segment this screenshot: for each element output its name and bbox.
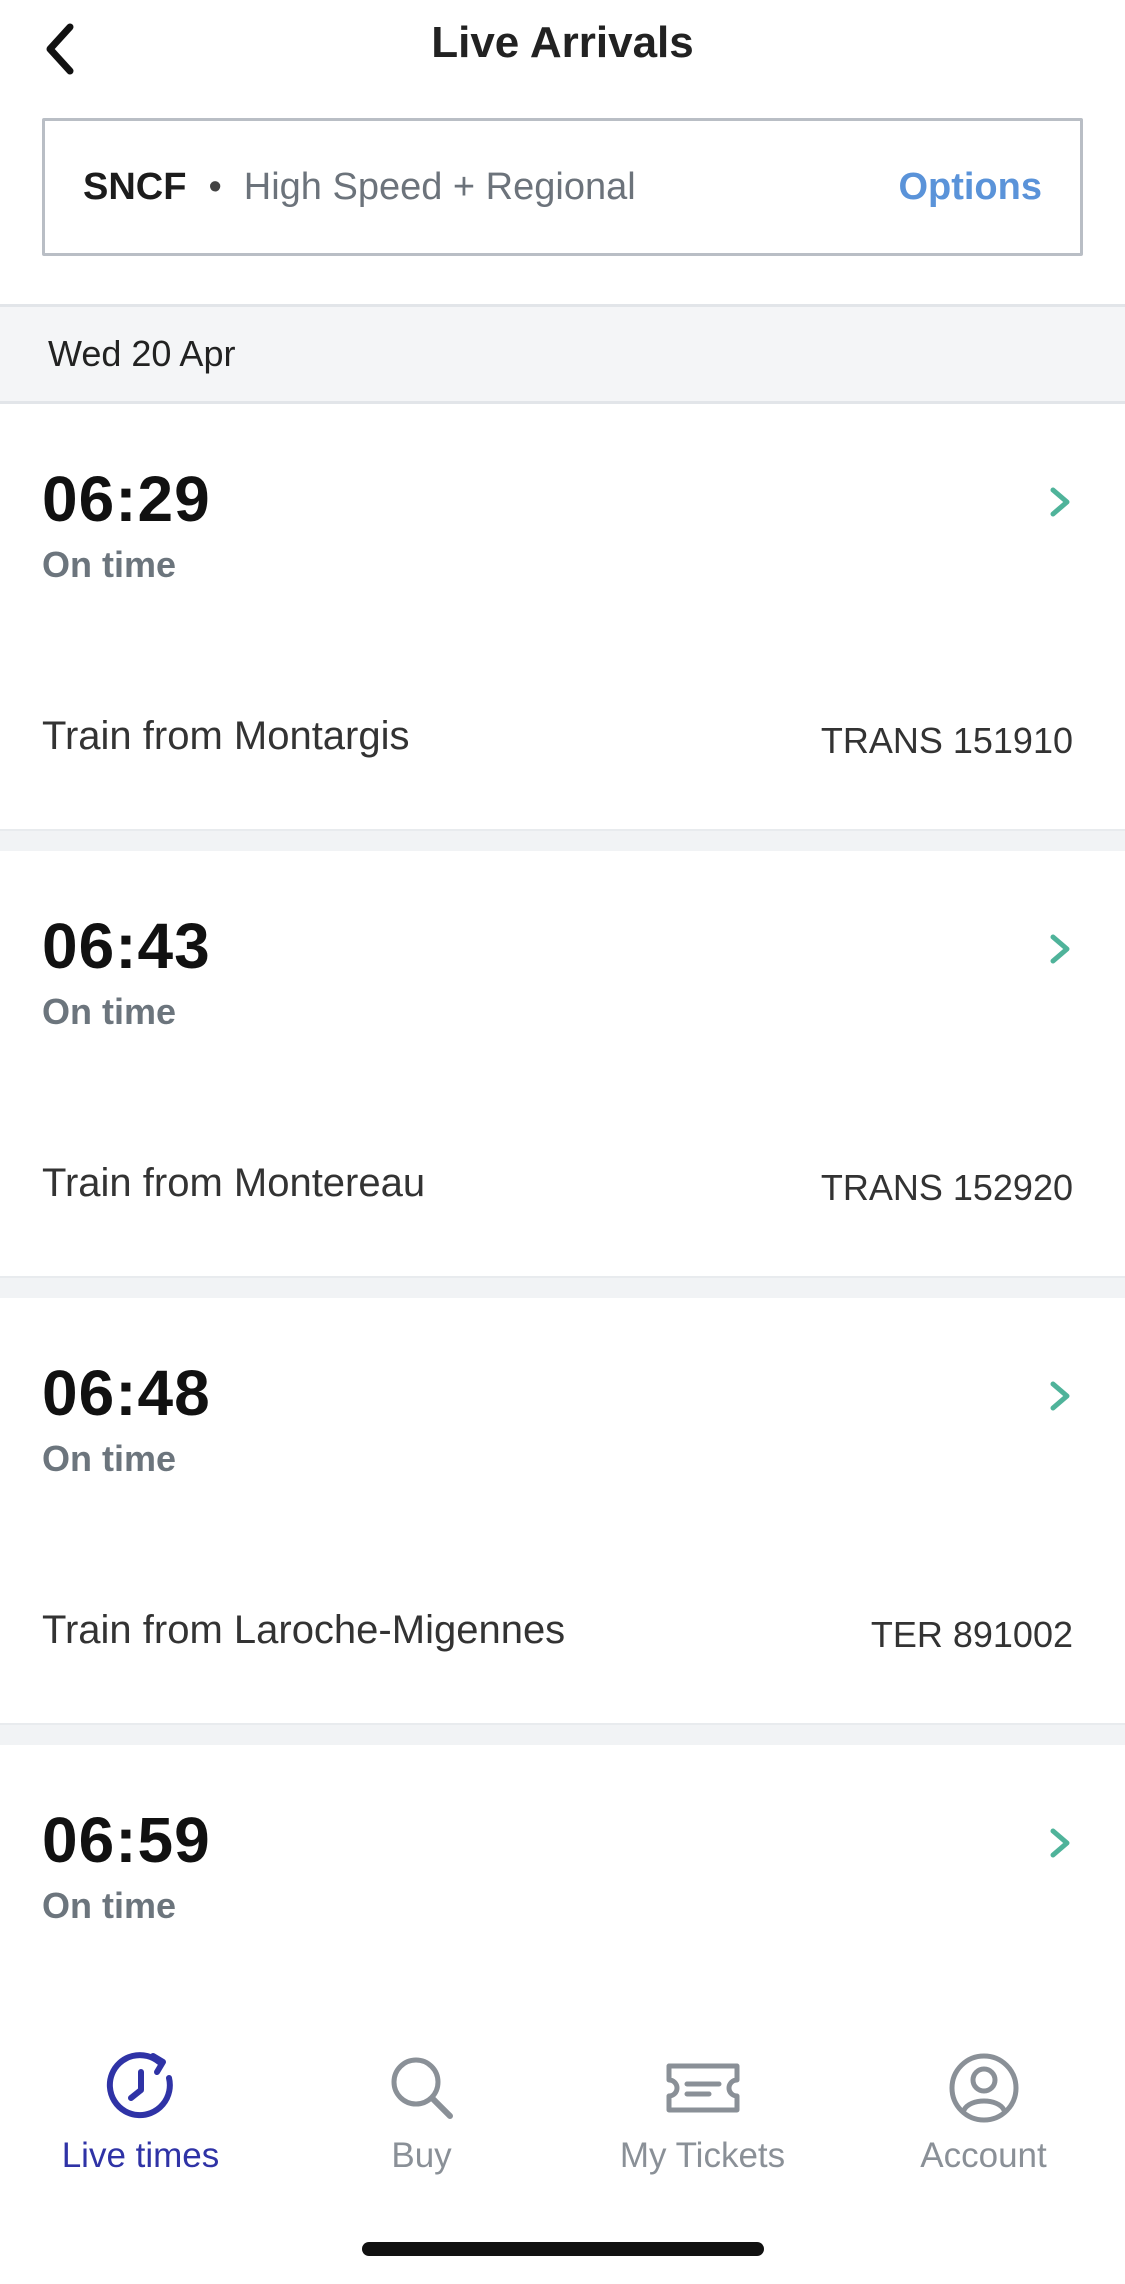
arrival-time: 06:59 xyxy=(42,1804,211,1876)
tab-label: Buy xyxy=(391,2136,452,2175)
chevron-right-icon xyxy=(1050,487,1070,517)
tab-live-times[interactable]: Live times xyxy=(0,2018,281,2218)
arrival-status: On time xyxy=(42,1885,177,1926)
search-icon xyxy=(391,2057,453,2119)
train-origin: Train from Montargis xyxy=(42,714,410,758)
chevron-right-icon xyxy=(1050,934,1070,964)
ticket-icon xyxy=(666,2063,739,2113)
bottom-tab-bar: Live times Buy My Tickets Account xyxy=(0,2018,1125,2218)
tab-label: My Tickets xyxy=(619,2136,786,2175)
card-divider xyxy=(0,1276,1125,1298)
page-title: Live Arrivals xyxy=(431,18,694,67)
chevron-right-icon xyxy=(1050,1381,1070,1411)
operator-name: SNCF xyxy=(83,165,187,208)
train-number: TRANS 151910 xyxy=(820,720,1073,761)
arrival-card[interactable]: 06:29 On time Train from Montargis TRANS… xyxy=(0,404,1125,829)
card-divider xyxy=(0,1723,1125,1745)
arrival-time: 06:29 xyxy=(42,463,211,535)
arrivals-list: 06:29 On time Train from Montargis TRANS… xyxy=(0,404,1125,2170)
arrival-card[interactable]: 06:48 On time Train from Laroche-Migenne… xyxy=(0,1298,1125,1723)
arrival-time: 06:43 xyxy=(42,910,211,982)
header: Live Arrivals xyxy=(0,0,1125,100)
tab-my-tickets[interactable]: My Tickets xyxy=(562,2018,843,2218)
home-indicator[interactable] xyxy=(362,2242,764,2256)
train-number: TRANS 152920 xyxy=(820,1167,1073,1208)
separator-dot: • xyxy=(208,165,222,208)
arrival-time: 06:48 xyxy=(42,1357,211,1429)
card-divider xyxy=(0,829,1125,851)
train-number: TER 891002 xyxy=(870,1614,1073,1655)
live-arrivals-screen: Live Arrivals SNCF • High Speed + Region… xyxy=(0,0,1125,2284)
operator-filter[interactable]: SNCF • High Speed + Regional Options xyxy=(42,118,1083,256)
date-label: Wed 20 Apr xyxy=(48,333,236,374)
arrival-status: On time xyxy=(42,544,177,585)
tab-label: Live times xyxy=(61,2136,220,2175)
arrival-card[interactable]: 06:43 On time Train from Montereau TRANS… xyxy=(0,851,1125,1276)
arrival-status: On time xyxy=(42,991,177,1032)
account-icon xyxy=(949,2053,1018,2123)
clock-refresh-icon xyxy=(106,2052,173,2119)
tab-label: Account xyxy=(920,2136,1047,2175)
train-origin: Train from Montereau xyxy=(42,1161,426,1205)
options-button[interactable]: Options xyxy=(898,166,1042,209)
arrival-status: On time xyxy=(42,1438,177,1479)
tab-buy[interactable]: Buy xyxy=(281,2018,562,2218)
date-header: Wed 20 Apr xyxy=(0,304,1125,404)
train-origin: Train from Laroche-Migennes xyxy=(42,1608,566,1652)
tab-account[interactable]: Account xyxy=(843,2018,1124,2218)
service-type: High Speed + Regional xyxy=(243,165,636,208)
chevron-right-icon xyxy=(1050,1828,1070,1858)
